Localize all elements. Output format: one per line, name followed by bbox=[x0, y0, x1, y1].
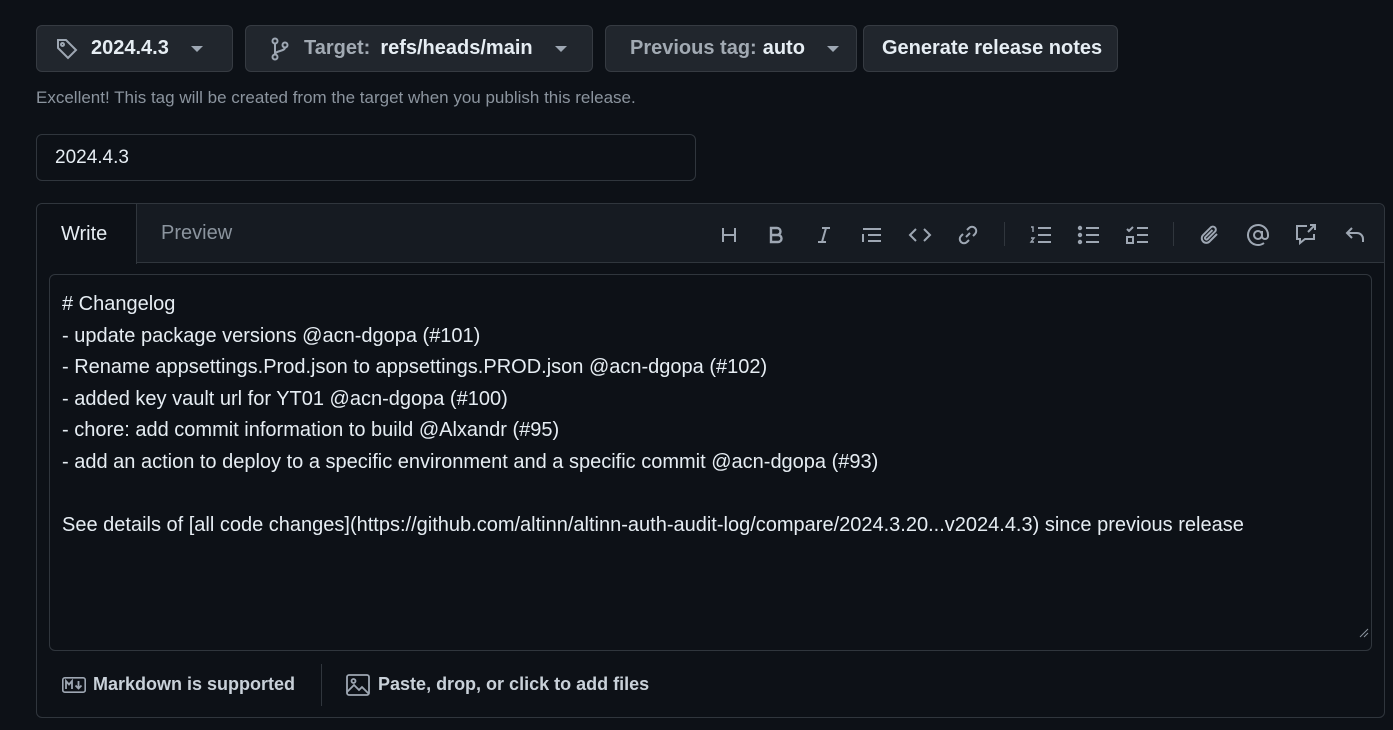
release-body-editor: Write Preview # Changelog - update packa… bbox=[36, 203, 1385, 718]
tag-icon bbox=[55, 37, 79, 61]
generate-release-notes-label: Generate release notes bbox=[882, 37, 1103, 59]
target-value: refs/heads/main bbox=[380, 37, 533, 59]
tag-note: Excellent! This tag will be created from… bbox=[36, 88, 636, 107]
body-line: - add an action to deploy to a specific … bbox=[62, 450, 879, 473]
chevron-down-icon bbox=[554, 45, 567, 52]
previous-tag-select-button[interactable]: Previous tag: auto bbox=[605, 25, 857, 72]
tab-write[interactable]: Write bbox=[37, 204, 137, 264]
editor-footer: Markdown is supported Paste, drop, or cl… bbox=[37, 662, 1384, 707]
release-body-textarea[interactable]: # Changelog - update package versions @a… bbox=[49, 274, 1372, 651]
markdown-icon bbox=[62, 676, 86, 693]
markdown-supported-label: Markdown is supported bbox=[93, 674, 296, 694]
add-files-button[interactable]: Paste, drop, or click to add files bbox=[346, 673, 650, 696]
link-icon[interactable] bbox=[953, 220, 983, 250]
target-select-button[interactable]: Target: refs/heads/main bbox=[245, 25, 593, 72]
toolbar-divider bbox=[1004, 222, 1005, 246]
quote-icon[interactable] bbox=[857, 220, 887, 250]
task-list-icon[interactable] bbox=[1123, 220, 1153, 250]
chevron-down-icon bbox=[826, 45, 839, 52]
git-branch-icon bbox=[270, 37, 290, 61]
add-files-label: Paste, drop, or click to add files bbox=[378, 674, 650, 694]
code-icon[interactable] bbox=[905, 220, 935, 250]
footer-divider bbox=[321, 663, 323, 706]
target-prefix: Target: bbox=[304, 37, 371, 59]
release-title-input[interactable]: 2024.4.3 bbox=[36, 134, 696, 181]
body-line: # Changelog bbox=[62, 293, 176, 315]
mention-icon[interactable] bbox=[1243, 220, 1273, 250]
body-line: - update package versions @acn-dgopa (#1… bbox=[62, 324, 481, 347]
tag-label: 2024.4.3 bbox=[91, 37, 169, 59]
image-icon bbox=[346, 673, 370, 696]
previous-tag-value: auto bbox=[762, 37, 805, 59]
tab-preview[interactable]: Preview bbox=[137, 204, 256, 263]
body-line: - chore: add commit information to build… bbox=[62, 419, 560, 441]
toolbar-divider bbox=[1173, 222, 1174, 246]
reference-icon[interactable] bbox=[1291, 220, 1321, 250]
tag-select-button[interactable]: 2024.4.3 bbox=[36, 25, 233, 72]
undo-icon[interactable] bbox=[1340, 220, 1370, 250]
body-line: - added key vault url for YT01 @acn-dgop… bbox=[62, 387, 508, 410]
bold-icon[interactable] bbox=[761, 220, 791, 250]
resize-handle-icon[interactable] bbox=[1359, 617, 1369, 649]
body-line: See details of [all code changes](https:… bbox=[62, 513, 1244, 536]
body-line bbox=[62, 478, 1359, 510]
editor-tabbar: Write Preview bbox=[37, 204, 1384, 264]
chevron-down-icon bbox=[190, 45, 203, 52]
italic-icon[interactable] bbox=[809, 220, 839, 250]
markdown-supported-link[interactable]: Markdown is supported bbox=[62, 674, 295, 695]
previous-tag-prefix: Previous tag: bbox=[630, 37, 757, 59]
unordered-list-icon[interactable] bbox=[1074, 220, 1104, 250]
body-line: - Rename appsettings.Prod.json to appset… bbox=[62, 356, 768, 378]
ordered-list-icon[interactable] bbox=[1026, 220, 1056, 250]
generate-release-notes-button[interactable]: Generate release notes bbox=[863, 25, 1118, 72]
attach-icon[interactable] bbox=[1195, 220, 1225, 250]
heading-icon[interactable] bbox=[714, 220, 744, 250]
